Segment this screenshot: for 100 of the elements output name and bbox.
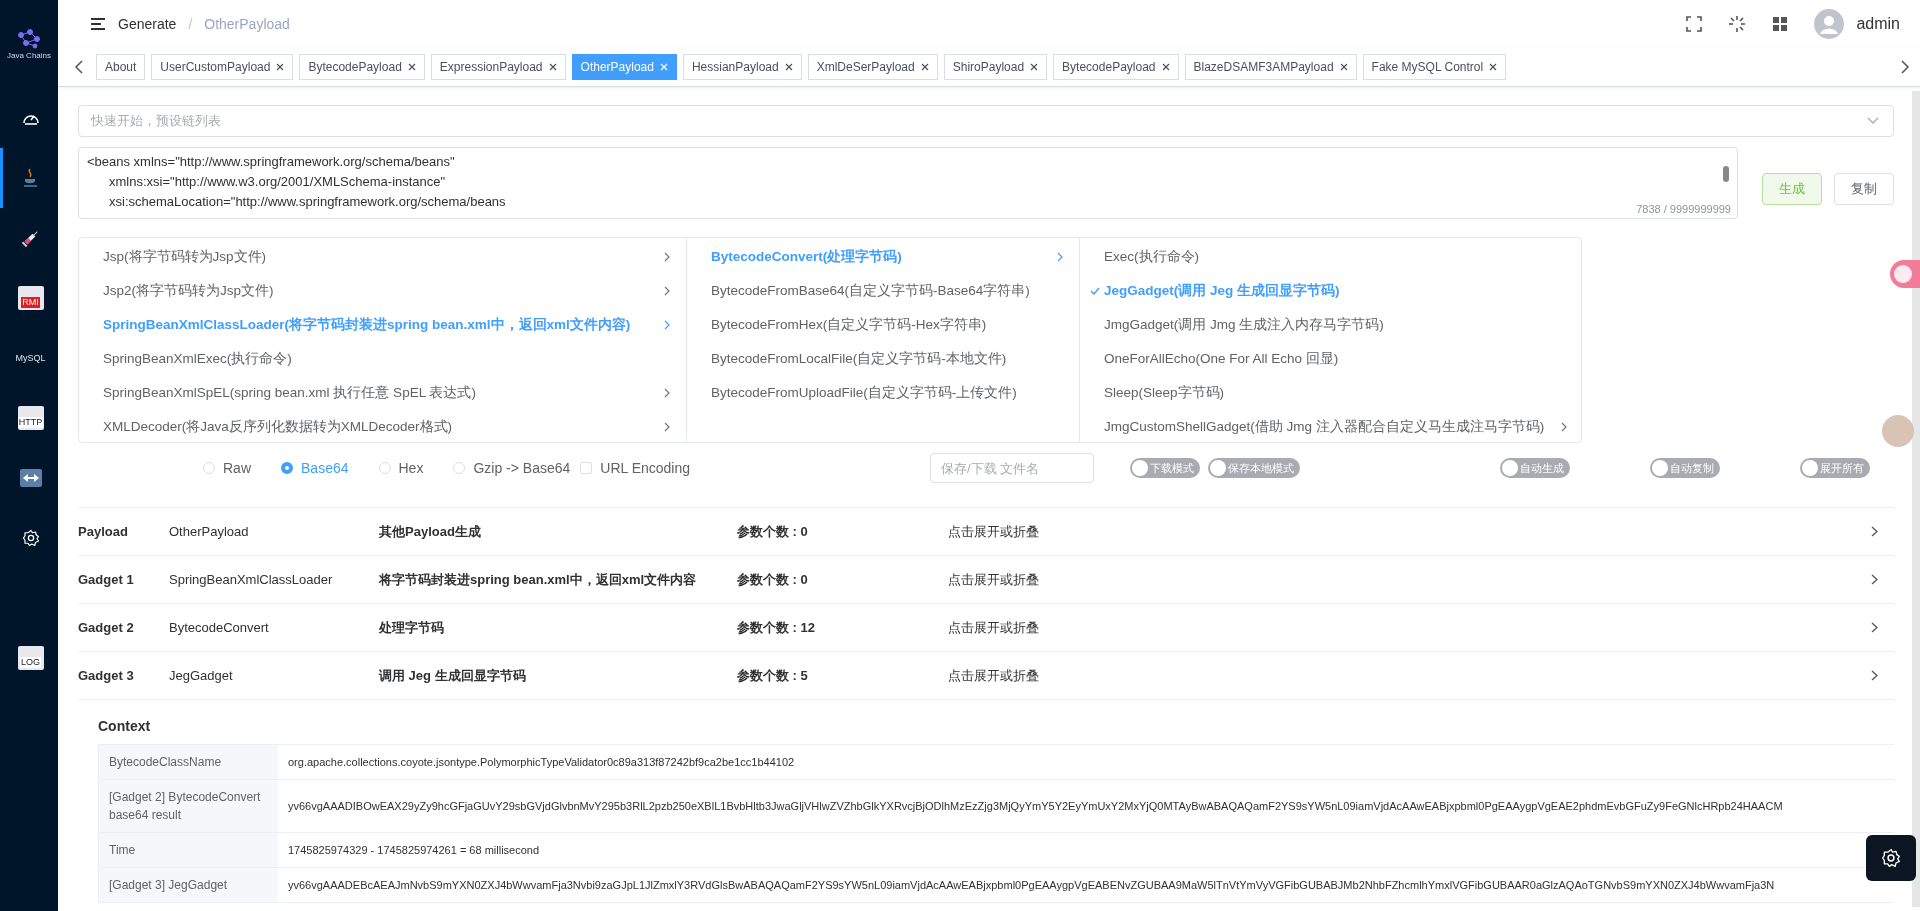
chain-row[interactable]: Gadget 1 SpringBeanXmlClassLoader 将字节码封装进spring bean.xml中，返回xml文件内容 参数个数 : 0 点击展开或折叠 — [78, 556, 1894, 604]
chevron-right-icon — [1057, 252, 1063, 262]
breadcrumb-link[interactable]: Generate — [118, 16, 177, 32]
sidebar-item[interactable]: LOG — [0, 628, 58, 688]
loading-icon[interactable] — [1728, 15, 1747, 33]
coffee-cup-icon — [21, 168, 40, 188]
cascader-option[interactable]: Jsp(将字节码转为Jsp文件) — [79, 240, 686, 274]
close-icon[interactable] — [1030, 63, 1039, 71]
close-icon[interactable] — [1161, 63, 1170, 71]
chevron-right-icon — [1871, 526, 1878, 537]
tab[interactable]: UserCustomPayload — [151, 54, 294, 80]
encoding-radio[interactable]: Hex — [378, 460, 424, 476]
sidebar-item[interactable]: RMI — [0, 268, 58, 328]
chevron-right-icon — [664, 286, 670, 296]
breadcrumb-current: OtherPayload — [204, 16, 290, 32]
cascader-option[interactable]: Jsp2(将字节码转为Jsp文件) — [79, 274, 686, 308]
role-label: Gadget 1 — [78, 572, 135, 587]
chain-row[interactable]: Gadget 2 BytecodeConvert 处理字节码 参数个数 : 12 点击展开或折叠 — [78, 604, 1894, 652]
code-line: <beans xmlns="http://www.springframework.org/schema/beans" — [87, 153, 455, 171]
url-encoding-checkbox[interactable]: URL Encoding — [580, 460, 691, 476]
cascader-option[interactable]: SpringBeanXmlExec(执行命令) — [79, 342, 686, 376]
translate-icon[interactable] — [1890, 260, 1920, 288]
encoding-radio[interactable]: Gzip -> Base64 — [453, 460, 571, 476]
settings-button[interactable] — [1866, 835, 1916, 881]
document-icon: LOG — [17, 646, 44, 670]
gadget-description: 调用 Jeg 生成回显字节码 — [379, 666, 527, 685]
close-icon[interactable] — [1489, 63, 1498, 71]
context-title: Context — [98, 717, 152, 736]
tab[interactable]: BlazeDSAMF3AMPayload — [1184, 54, 1357, 80]
fullscreen-icon[interactable] — [1686, 16, 1703, 32]
check-icon — [1090, 287, 1100, 295]
username[interactable]: admin — [1856, 15, 1900, 33]
expand-hint: 点击展开或折叠 — [948, 666, 1040, 685]
page-scrollbar[interactable] — [1912, 91, 1920, 907]
cascader-option[interactable]: BytecodeFromUploadFile(自定义字节码-上传文件) — [687, 376, 1079, 410]
chain-row[interactable]: Gadget 3 JegGadget 调用 Jeg 生成回显字节码 参数个数 : 5 点击展开或折叠 — [78, 652, 1894, 700]
close-icon[interactable] — [920, 63, 929, 71]
param-count: 参数个数 : 5 — [737, 666, 809, 685]
role-label: Gadget 2 — [78, 620, 135, 635]
gadget-name: BytecodeConvert — [169, 620, 270, 635]
chevron-right-icon[interactable] — [1900, 60, 1910, 74]
chevron-left-icon[interactable] — [74, 60, 84, 74]
tab[interactable]: About — [96, 54, 146, 80]
role-label: Gadget 3 — [78, 668, 135, 683]
cascader-option[interactable]: JmgGadget(调用 Jmg 生成注入内存马字节码) — [1080, 308, 1581, 342]
context-value: yv66vgAAADIBOwEAX29yZy9hcGFjaGUvY29sbGVjdGlvbnMvY295b3RlL2pzb250eXBlL1BvbHltb3JwaGljVHlwZVZhbGlkYXRvcjBjODlhMzEzZjg3MjQyYmY5Y2EyYmUxY2MxYjQ0MTAyBwABAQAQamF2YS9sYW5nL09iamVjdAcAAwEABjxpbml0PgEAAygpVgEAE2phdmEvbGFuZy9FeGNlcHRpb24HAACM — [278, 780, 1894, 833]
gadget-name: SpringBeanXmlClassLoader — [169, 572, 334, 587]
gadget-name: JegGadget — [169, 668, 234, 683]
context-key: Time — [98, 833, 278, 868]
logo-text: Java Chains — [7, 50, 51, 60]
copy-button[interactable]: 复制 — [1834, 173, 1894, 205]
tab[interactable]: BytecodePayload — [1053, 54, 1179, 80]
context-value: org.apache.collections.coyote.jsontype.PolymorphicTypeValidator0c89a313f87242bf9ca2be1cc1b44102 — [278, 745, 1894, 780]
character-counter: 7838 / 9999999999 — [1636, 202, 1731, 216]
tab[interactable]: BytecodePayload — [299, 54, 425, 80]
cascader-option[interactable]: Exec(执行命令) — [1080, 240, 1581, 274]
chain-row[interactable]: Payload OtherPayload 其他Payload生成 参数个数 : 0 点击展开或折叠 — [78, 508, 1894, 556]
gadget-description: 其他Payload生成 — [379, 522, 482, 541]
tab[interactable]: XmlDeSerPayload — [807, 54, 938, 80]
context-key: BytecodeClassName — [98, 745, 278, 780]
cascader-option[interactable]: BytecodeFromBase64(自定义字节码-Base64字符串) — [687, 274, 1079, 308]
code-line: xsi:schemaLocation="http://www.springframework.org/schema/beans — [108, 193, 506, 211]
menu-icon[interactable] — [90, 17, 106, 31]
context-key: [Gadget 3] JegGadget — [98, 868, 278, 903]
output-textarea[interactable]: <beans xmlns="http://www.springframework.org/schema/beans" xmlns:xsi="http://www.w3.org/2001/XMLSchema-instance" xsi:schemaLocation="http://www.springframework.org/schema/beans 7838 / 9999999999 — [78, 147, 1738, 219]
cascader-option[interactable]: XMLDecoder(将Java反序列化数据转为XMLDecoder格式) — [79, 410, 686, 442]
tab[interactable]: ExpressionPayload — [430, 54, 566, 80]
cascader-option[interactable]: BytecodeFromLocalFile(自定义字节码-本地文件) — [687, 342, 1079, 376]
encoding-radio[interactable]: Raw — [203, 460, 251, 476]
context-key: [Gadget 2] BytecodeConvert base64 result — [98, 780, 278, 833]
document-icon: RMI — [17, 286, 44, 310]
tab[interactable]: HessianPayload — [682, 54, 802, 80]
chevron-right-icon — [1871, 622, 1878, 633]
gadget-description: 处理字节码 — [379, 618, 445, 637]
close-icon[interactable] — [784, 63, 793, 71]
chevron-right-icon — [1871, 574, 1878, 585]
cascader-option[interactable]: BytecodeFromHex(自定义字节码-Hex字符串) — [687, 308, 1079, 342]
sidebar-item[interactable]: HTTP — [0, 388, 58, 448]
cascader-option[interactable]: OneForAllEcho(One For All Echo 回显) — [1080, 342, 1581, 376]
cascader-option[interactable]: JmgCustomShellGadget(借助 Jmg 注入器配合自定义马生成注马字节码) — [1080, 410, 1581, 442]
close-icon[interactable] — [407, 63, 416, 71]
close-icon[interactable] — [276, 63, 285, 71]
tab[interactable]: Fake MySQL Control — [1362, 54, 1507, 80]
scrollbar[interactable] — [1723, 166, 1729, 182]
settings-icon — [1881, 848, 1901, 868]
sidebar-item[interactable]: MySQL — [0, 328, 58, 388]
param-count: 参数个数 : 0 — [737, 522, 809, 541]
mysql-label: MySQL — [15, 353, 46, 363]
close-icon[interactable] — [1339, 63, 1348, 71]
cascader-option[interactable]: SpringBeanXmlSpEL(spring bean.xml 执行任意 SpEL 表达式) — [79, 376, 686, 410]
gadget-description: 将字节码封装进spring bean.xml中，返回xml文件内容 — [379, 570, 698, 589]
param-count: 参数个数 : 12 — [737, 618, 816, 637]
close-icon[interactable] — [548, 63, 557, 71]
chevron-right-icon — [664, 422, 670, 432]
network-logo-icon — [16, 28, 42, 49]
cascader-option[interactable]: Sleep(Sleep字节码) — [1080, 376, 1581, 410]
grid-icon[interactable] — [1772, 16, 1789, 32]
tab[interactable]: ShiroPayload — [943, 54, 1048, 80]
chevron-right-icon — [664, 320, 670, 330]
filename-input[interactable]: 保存/下载 文件名 — [930, 453, 1095, 483]
